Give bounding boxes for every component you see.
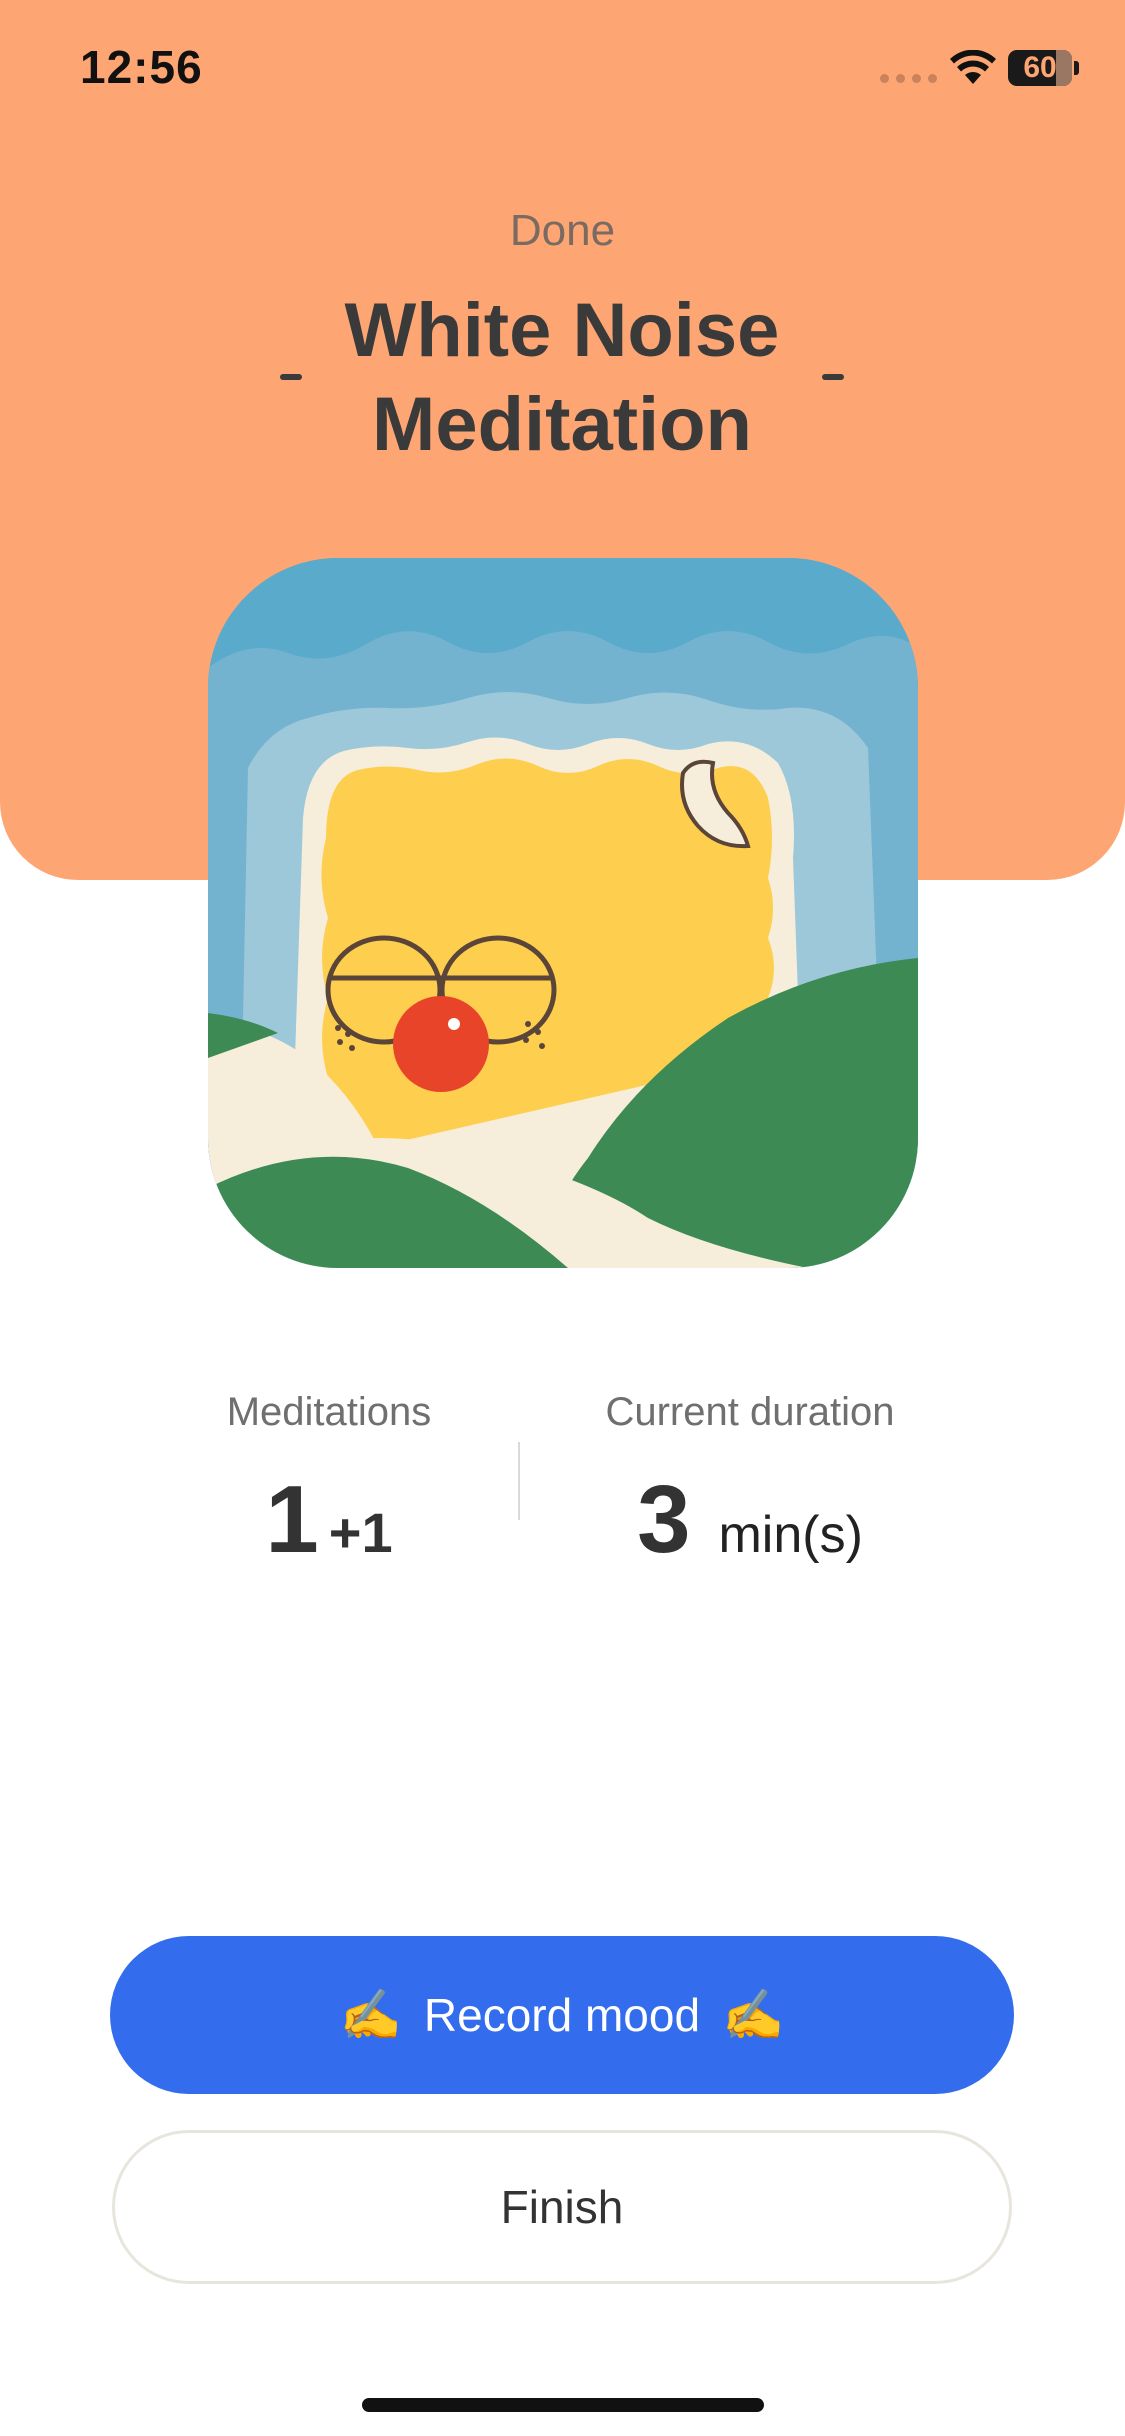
home-indicator[interactable]: [362, 2398, 764, 2412]
title-dash-left: [280, 374, 302, 380]
meditations-label: Meditations: [226, 1390, 432, 1434]
record-mood-label: Record mood: [423, 1989, 701, 2041]
duration-value: 3: [637, 1466, 691, 1573]
duration-unit: min(s): [718, 1506, 863, 1564]
duration-stat: Current duration 3 min(s): [540, 1390, 960, 1575]
meditations-delta: +1: [328, 1501, 393, 1564]
sleeping-sun-icon: [208, 558, 918, 1268]
status-bar: 12:56 60: [0, 0, 1125, 140]
status-time: 12:56: [80, 41, 203, 93]
meditations-stat: Meditations 1 +1: [119, 1390, 539, 1575]
finish-label: Finish: [500, 2181, 624, 2233]
done-label: Done: [509, 206, 616, 255]
finish-button[interactable]: Finish: [112, 2130, 1012, 2284]
duration-label: Current duration: [605, 1390, 895, 1434]
record-mood-button[interactable]: ✍️ Record mood ✍️: [110, 1936, 1014, 2094]
title-dash-right: [822, 374, 844, 380]
wifi-icon: [950, 49, 996, 91]
signal-dots-icon: [880, 74, 937, 83]
stats-divider: [518, 1442, 520, 1520]
meditations-count: 1: [265, 1466, 319, 1573]
meditation-artwork: [208, 558, 918, 1268]
battery-level: 60: [1023, 51, 1057, 84]
session-stats: Meditations 1 +1 Current duration 3 min(…: [0, 1380, 1125, 1580]
writing-hand-icon: ✍️: [722, 1986, 785, 2043]
battery-icon: 60: [1008, 50, 1079, 88]
writing-hand-icon: ✍️: [339, 1986, 402, 2043]
session-title: White Noise Meditation: [344, 288, 780, 467]
